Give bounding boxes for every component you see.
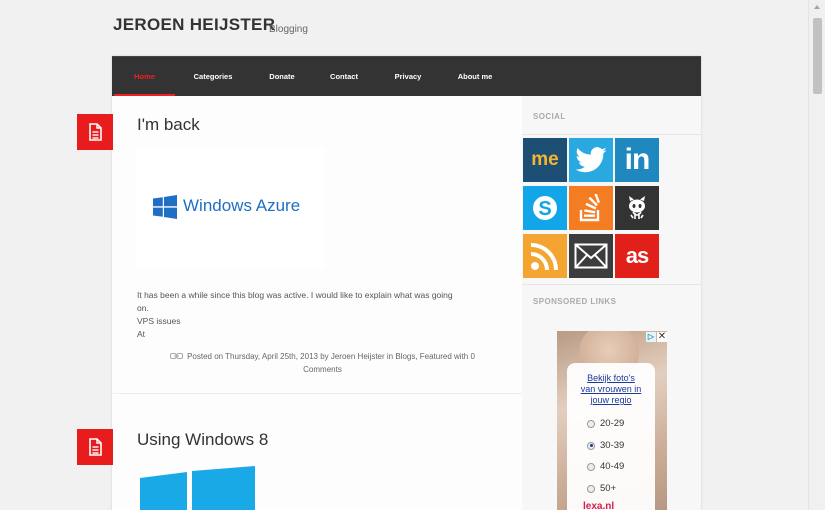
nav-item-home[interactable]: Home <box>114 57 175 97</box>
post-meta-line: Posted on Thursday, April 25th, 2013 by … <box>187 352 475 361</box>
link-icon <box>170 350 184 363</box>
ad-option[interactable]: 20-29 <box>587 418 624 429</box>
post-thumbnail[interactable]: Windows Azure <box>137 148 324 268</box>
post-thumbnail-text: Windows Azure <box>183 196 301 215</box>
radio-icon[interactable] <box>587 462 595 471</box>
ad-option-label: 40-49 <box>600 461 625 472</box>
windows-logo-icon <box>153 195 177 219</box>
post-title[interactable]: I'm back <box>137 115 200 135</box>
main-nav: Home Categories Donate Contact Privacy A… <box>112 56 701 97</box>
ad-option-label: 30-39 <box>600 440 625 451</box>
radio-icon[interactable] <box>587 484 595 493</box>
ad-option[interactable]: 30-39 <box>587 440 624 451</box>
ad-option[interactable]: 40-49 <box>587 461 624 472</box>
radio-icon[interactable] <box>587 419 595 428</box>
post-meta: Posted on Thursday, April 25th, 2013 by … <box>140 350 505 376</box>
document-icon <box>77 429 113 465</box>
advertisement[interactable]: Bekijk foto's van vrouwen in jouw regio … <box>557 331 667 510</box>
post-title[interactable]: Using Windows 8 <box>137 430 268 450</box>
windows8-logo-icon <box>140 466 255 510</box>
linkedin-icon[interactable]: in <box>615 138 659 182</box>
ad-headline[interactable]: Bekijk foto's van vrouwen in jouw regio <box>571 373 651 406</box>
ad-headline-line: Bekijk foto's <box>587 373 635 383</box>
ad-headline-line: jouw regio <box>590 395 632 405</box>
ad-headline-line: van vrouwen in <box>580 384 642 394</box>
ad-brand[interactable]: lexa.nl <box>583 501 614 510</box>
twitter-icon[interactable] <box>569 138 613 182</box>
aboutme-icon[interactable]: me <box>523 138 567 182</box>
nav-item-donate[interactable]: Donate <box>258 57 306 97</box>
lastfm-icon[interactable]: as <box>615 234 659 278</box>
widget-divider <box>522 284 701 285</box>
scroll-up-icon[interactable] <box>814 5 820 9</box>
scrollbar-thumb[interactable] <box>813 18 822 94</box>
radio-checked-icon[interactable] <box>587 441 595 450</box>
aboutme-label: me <box>531 149 559 170</box>
nav-item-about-me[interactable]: About me <box>448 57 502 97</box>
social-widget-title: SOCIAL <box>533 112 566 121</box>
excerpt-line: It has been a while since this blog was … <box>137 290 453 300</box>
post-comments-link[interactable]: Comments <box>140 363 505 376</box>
rss-icon[interactable] <box>523 234 567 278</box>
sponsored-widget-title: SPONSORED LINKS <box>533 297 617 306</box>
post-divider <box>113 393 522 394</box>
page-scrollbar[interactable] <box>808 0 825 510</box>
ad-option[interactable]: 50+ <box>587 483 616 494</box>
stackoverflow-icon[interactable] <box>569 186 613 230</box>
nav-item-contact[interactable]: Contact <box>320 57 368 97</box>
widget-divider <box>522 134 701 135</box>
post-excerpt: It has been a while since this blog was … <box>137 289 502 341</box>
skype-icon[interactable]: S <box>523 186 567 230</box>
excerpt-line: At <box>137 329 146 339</box>
nav-item-categories[interactable]: Categories <box>182 57 244 97</box>
excerpt-line: VPS issues <box>137 316 181 326</box>
excerpt-line: on. <box>137 303 149 313</box>
github-icon[interactable] <box>615 186 659 230</box>
ad-info-icon[interactable]: ▷ <box>646 331 656 342</box>
nav-item-privacy[interactable]: Privacy <box>384 57 432 97</box>
email-icon[interactable] <box>569 234 613 278</box>
ad-choices[interactable]: ▷ ✕ <box>643 331 667 342</box>
ad-close-icon[interactable]: ✕ <box>657 331 667 342</box>
site-tagline: Blogging <box>269 24 308 35</box>
ad-option-label: 20-29 <box>600 418 625 429</box>
svg-text:S: S <box>538 198 551 220</box>
ad-option-label: 50+ <box>600 483 617 494</box>
site-title[interactable]: JEROEN HEIJSTER <box>113 15 275 35</box>
document-icon <box>77 114 113 150</box>
windows8-thumbnail[interactable] <box>137 466 262 510</box>
